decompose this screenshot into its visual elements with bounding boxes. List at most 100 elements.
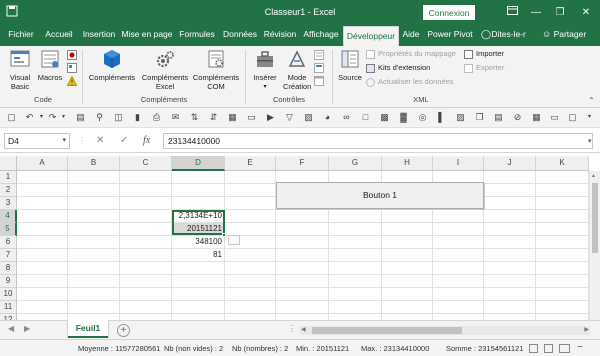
column-header-h[interactable]: H [382, 156, 433, 171]
tab-power-pivot[interactable]: Power Pivot [425, 25, 475, 46]
freeze-icon[interactable]: ▓ [398, 112, 409, 123]
restore-button[interactable]: ❐ [550, 4, 570, 21]
fill-handle[interactable] [222, 233, 226, 237]
column-header-e[interactable]: E [225, 156, 276, 171]
row-header-1[interactable]: 1 [0, 171, 17, 184]
customize-qat-icon[interactable]: ▾ [584, 112, 595, 123]
tell-me-search[interactable]: ◯ Dites-le-r [481, 25, 535, 46]
chevron-down-icon[interactable]: ▾ [62, 134, 66, 148]
xml-source-button[interactable]: Source [336, 49, 364, 93]
tab-affichage[interactable]: Affichage [300, 25, 342, 46]
complements-com-button[interactable]: Compléments COM [191, 49, 241, 93]
column-header-c[interactable]: C [120, 156, 172, 171]
comment-icon[interactable]: □ [360, 112, 371, 123]
formula-input[interactable]: 23134410000 [163, 133, 593, 149]
table-icon[interactable]: ▧ [303, 112, 314, 123]
row-header-3[interactable]: 3 [0, 197, 17, 210]
column-header-d[interactable]: D [172, 156, 225, 171]
row-header-9[interactable]: 9 [0, 275, 17, 288]
column-header-j[interactable]: J [484, 156, 536, 171]
tab-developpeur[interactable]: Développeur [343, 26, 399, 46]
tab-accueil[interactable]: Accueil [40, 25, 78, 46]
confirm-entry-icon[interactable]: ✓ [120, 134, 128, 148]
cell-d7[interactable]: 81 [172, 249, 225, 261]
scroll-left-icon[interactable]: ◀ [301, 326, 306, 333]
row-header-6[interactable]: 6 [0, 236, 17, 249]
camera-icon[interactable]: ◕ [322, 112, 333, 123]
column-header-k[interactable]: K [536, 156, 589, 171]
row-header-4[interactable]: 4 [0, 210, 17, 223]
connexion-button[interactable]: Connexion [423, 5, 475, 20]
horizontal-scrollbar[interactable]: ◀ ▶ [300, 326, 590, 335]
sheet-tab-feuil1[interactable]: Feuil1 [68, 320, 108, 338]
vertical-scroll-thumb[interactable] [592, 183, 598, 253]
macro-security-icon[interactable] [66, 75, 78, 86]
copy-icon[interactable]: ❐ [474, 112, 485, 123]
ribbon-display-icon[interactable] [502, 4, 522, 21]
actualiser-donnees-button[interactable]: Actualiser les données [366, 77, 453, 87]
proprietes-mappage-button[interactable]: Propriétés du mappage [366, 49, 456, 59]
print-preview-icon[interactable]: ▤ [75, 112, 86, 123]
row-header-5[interactable]: 5 [0, 223, 17, 236]
cancel-entry-icon[interactable]: ✕ [96, 134, 104, 148]
column-header-g[interactable]: G [329, 156, 382, 171]
form-icon[interactable]: ▦ [227, 112, 238, 123]
column-header-i[interactable]: I [433, 156, 484, 171]
complements-excel-button[interactable]: Compléments Excel [140, 49, 190, 93]
tab-insertion[interactable]: Insertion [79, 25, 119, 46]
sort-ascending-icon[interactable]: ⇅ [189, 112, 200, 123]
sort-descending-icon[interactable]: ⇵ [208, 112, 219, 123]
horizontal-scroll-thumb[interactable] [312, 327, 462, 334]
shape-icon[interactable]: ▭ [246, 112, 257, 123]
mode-creation-button[interactable]: Mode Création [283, 49, 311, 93]
print-icon[interactable]: ⎙ [151, 112, 162, 123]
properties-icon[interactable] [314, 50, 324, 60]
name-box[interactable]: D4 ▾ [4, 133, 70, 149]
open-icon[interactable]: ◫ [113, 112, 124, 123]
page-layout-view-icon[interactable] [544, 344, 553, 353]
tab-aide[interactable]: Aide [400, 25, 422, 46]
scroll-right-icon[interactable]: ▶ [584, 326, 589, 333]
chart-bar-icon[interactable]: ▌ [436, 112, 447, 123]
filter-icon[interactable]: ▽ [284, 112, 295, 123]
tab-revision[interactable]: Révision [260, 25, 300, 46]
pivot-icon[interactable]: ▨ [455, 112, 466, 123]
row-header-2[interactable]: 2 [0, 184, 17, 197]
protect-icon[interactable]: ◎ [417, 112, 428, 123]
select-all-corner[interactable] [0, 156, 17, 171]
row-header-7[interactable]: 7 [0, 249, 17, 262]
column-header-f[interactable]: F [276, 156, 329, 171]
drag-handle-icon[interactable]: ⋮ [78, 134, 86, 148]
tab-donnees[interactable]: Données [221, 25, 259, 46]
view-code-icon[interactable] [314, 63, 324, 73]
window-icon[interactable]: ▢ [567, 112, 578, 123]
add-sheet-icon[interactable]: + [117, 324, 130, 337]
scroll-up-icon[interactable]: ▴ [592, 172, 595, 179]
paste-icon[interactable]: ▤ [493, 112, 504, 123]
complements-button[interactable]: Compléments [86, 49, 138, 93]
minimize-button[interactable]: — [526, 4, 546, 21]
prev-sheet-icon[interactable]: ◀ [8, 324, 14, 333]
page-break-view-icon[interactable] [559, 344, 570, 353]
visual-basic-button[interactable]: Visual Basic [6, 49, 34, 93]
exporter-button[interactable]: Exporter [464, 63, 504, 73]
vertical-scrollbar[interactable]: ▴ [589, 171, 600, 320]
calculator-icon[interactable]: ▦ [531, 112, 542, 123]
insert-function-button[interactable]: fx [143, 134, 150, 148]
tab-split-handle[interactable]: ⋮ [288, 324, 296, 333]
close-button[interactable]: ✕ [576, 4, 596, 21]
email-icon[interactable]: ✉ [170, 112, 181, 123]
normal-view-icon[interactable] [529, 344, 538, 353]
column-header-a[interactable]: A [17, 156, 68, 171]
bouton-1[interactable]: Bouton 1 [276, 182, 484, 209]
row-header-10[interactable]: 10 [0, 288, 17, 301]
relative-references-icon[interactable] [67, 63, 77, 73]
share-button[interactable]: ☺ Partager [542, 25, 598, 46]
redo-icon[interactable]: ↷ [47, 112, 58, 123]
tab-mise-en-page[interactable]: Mise en page [120, 25, 174, 46]
chevron-down-icon[interactable]: ▾ [36, 112, 47, 123]
inserer-button[interactable]: Insérer ▾ [249, 49, 281, 93]
row-header-8[interactable]: 8 [0, 262, 17, 275]
zoom-out-icon[interactable]: − [577, 342, 583, 353]
worksheet-grid[interactable]: ABCDEFGHIJK 1 2 3 4 5 6 7 8 9 10 11 12 2,3134E+10 2… [0, 153, 600, 320]
